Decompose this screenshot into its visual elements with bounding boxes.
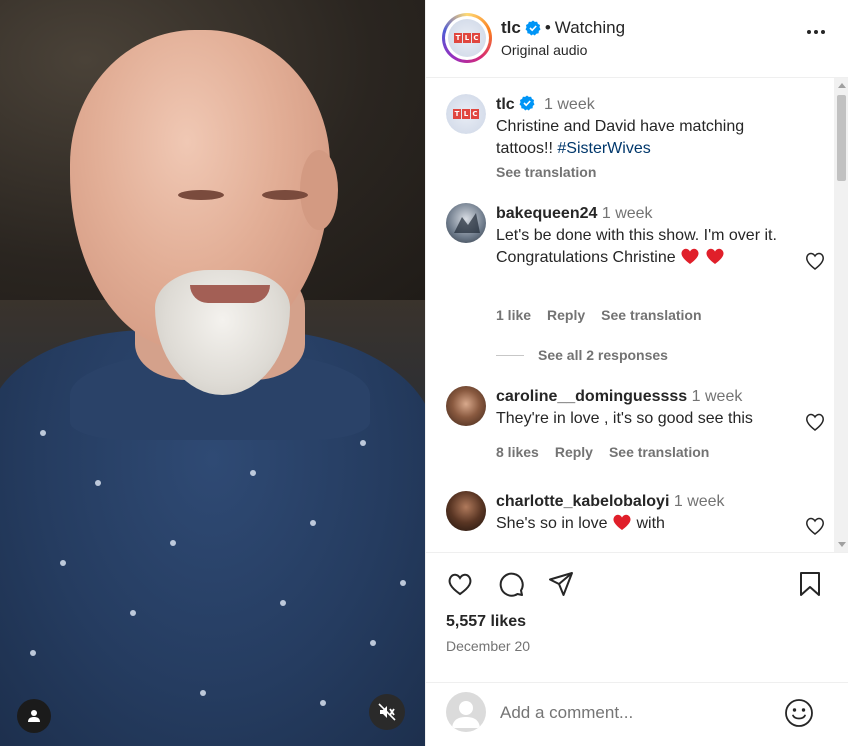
watching-label: Watching <box>554 18 626 37</box>
post-header: TLC tlc • Watching Original audio <box>426 0 848 78</box>
shirt-pattern-dot <box>30 650 36 656</box>
like-heart-icon[interactable] <box>446 570 474 598</box>
post-actions: 5,557 likes December 20 <box>426 552 848 682</box>
shirt-pattern-dot <box>95 480 101 486</box>
video-mouth <box>190 285 270 303</box>
video-eye-left <box>178 190 224 200</box>
comments-scrollbar[interactable] <box>834 78 848 552</box>
user-icon <box>28 710 40 722</box>
tlc-logo-icon: TLC <box>446 94 486 134</box>
more-options-icon[interactable] <box>807 30 825 34</box>
shirt-pattern-dot <box>400 580 406 586</box>
caption-time[interactable]: 1 week <box>544 96 595 113</box>
mute-button[interactable] <box>369 694 405 730</box>
comment-meta: 8 likes Reply See translation <box>496 444 709 460</box>
caption-username[interactable]: tlc <box>496 96 515 113</box>
comment-meta: 1 like Reply See translation <box>496 307 702 323</box>
tagged-users-button[interactable] <box>17 699 51 733</box>
like-comment-heart-icon[interactable] <box>804 411 826 433</box>
hashtag-link[interactable]: #SisterWives <box>557 140 650 157</box>
shirt-pattern-dot <box>280 600 286 606</box>
comment-username[interactable]: charlotte_kabelobaloyi <box>496 493 669 510</box>
tlc-logo-icon: TLC <box>448 19 486 57</box>
shirt-pattern-dot <box>200 690 206 696</box>
scroll-up-arrow-icon[interactable] <box>838 83 846 88</box>
red-heart-emoji-icon <box>613 514 631 530</box>
shirt-pattern-dot <box>40 430 46 436</box>
comment-text: They're in love , it's so good see this <box>496 410 753 427</box>
video-ear <box>300 150 338 230</box>
comment-item: bakequeen24 1 week Let's be done with th… <box>446 203 826 333</box>
comment-time[interactable]: 1 week <box>692 388 743 405</box>
shirt-pattern-dot <box>250 470 256 476</box>
default-user-icon <box>452 701 480 728</box>
comment-likes-count[interactable]: 1 like <box>496 307 531 323</box>
speaker-muted-icon <box>378 703 396 721</box>
like-comment-heart-icon[interactable] <box>804 250 826 272</box>
caption-text: Christine and David have matching tattoo… <box>496 118 745 157</box>
caption-avatar[interactable]: TLC <box>446 94 486 134</box>
reply-button[interactable]: Reply <box>547 307 585 323</box>
comment-username[interactable]: caroline__dominguessss <box>496 388 687 405</box>
commenter-avatar[interactable] <box>446 203 486 243</box>
scrollbar-thumb[interactable] <box>837 95 846 181</box>
red-heart-emoji-icon <box>706 248 724 264</box>
author-avatar[interactable]: TLC <box>442 13 492 63</box>
caption-see-translation[interactable]: See translation <box>496 161 786 183</box>
caption: TLC tlc 1 week Christine and David have … <box>446 94 826 184</box>
shirt-pattern-dot <box>60 560 66 566</box>
comment-time[interactable]: 1 week <box>602 205 653 222</box>
comments-list[interactable]: TLC tlc 1 week Christine and David have … <box>426 78 848 552</box>
red-heart-emoji-icon <box>681 248 699 264</box>
verified-badge-icon <box>519 95 535 111</box>
see-translation-button[interactable]: See translation <box>601 307 701 323</box>
author-username[interactable]: tlc <box>501 18 521 38</box>
avatar-image <box>454 213 480 233</box>
comment-likes-count[interactable]: 8 likes <box>496 444 539 460</box>
shirt-pattern-dot <box>310 520 316 526</box>
emoji-smiley-icon[interactable] <box>784 698 814 728</box>
likes-count[interactable]: 5,557 likes <box>446 613 526 631</box>
share-send-icon[interactable] <box>547 570 575 598</box>
replies-divider <box>496 354 524 356</box>
scroll-down-arrow-icon[interactable] <box>838 542 846 547</box>
view-replies-link[interactable]: See all 2 responses <box>496 347 668 363</box>
reply-button[interactable]: Reply <box>555 444 593 460</box>
comment-item: charlotte_kabelobaloyi 1 week She's so i… <box>446 491 826 551</box>
commenter-avatar[interactable] <box>446 491 486 531</box>
post-date[interactable]: December 20 <box>446 638 530 654</box>
header-title: tlc • Watching <box>501 18 625 38</box>
shirt-pattern-dot <box>370 640 376 646</box>
post-panel: TLC tlc • Watching Original audio TLC tl… <box>425 0 848 746</box>
verified-badge-icon <box>525 20 541 36</box>
reel-video[interactable] <box>0 0 425 746</box>
comment-bubble-icon[interactable] <box>497 570 525 598</box>
comment-text: Let's be done with this show. I'm over i… <box>496 227 777 266</box>
see-translation-button[interactable]: See translation <box>609 444 709 460</box>
shirt-pattern-dot <box>320 700 326 706</box>
save-bookmark-icon[interactable] <box>796 570 824 598</box>
comment-time[interactable]: 1 week <box>674 493 725 510</box>
current-user-avatar <box>446 692 486 732</box>
add-comment-bar <box>426 682 848 746</box>
audio-link[interactable]: Original audio <box>501 42 587 58</box>
video-eye-right <box>262 190 308 200</box>
like-comment-heart-icon[interactable] <box>804 515 826 537</box>
header-separator: • <box>544 18 551 37</box>
shirt-pattern-dot <box>130 610 136 616</box>
see-all-responses[interactable]: See all 2 responses <box>538 347 668 363</box>
add-comment-input[interactable] <box>500 701 770 725</box>
comment-item: caroline__dominguessss 1 week They're in… <box>446 386 826 466</box>
commenter-avatar[interactable] <box>446 386 486 426</box>
comment-username[interactable]: bakequeen24 <box>496 205 597 222</box>
shirt-pattern-dot <box>170 540 176 546</box>
comment-text: She's so in love with <box>496 514 665 532</box>
shirt-pattern-dot <box>360 440 366 446</box>
